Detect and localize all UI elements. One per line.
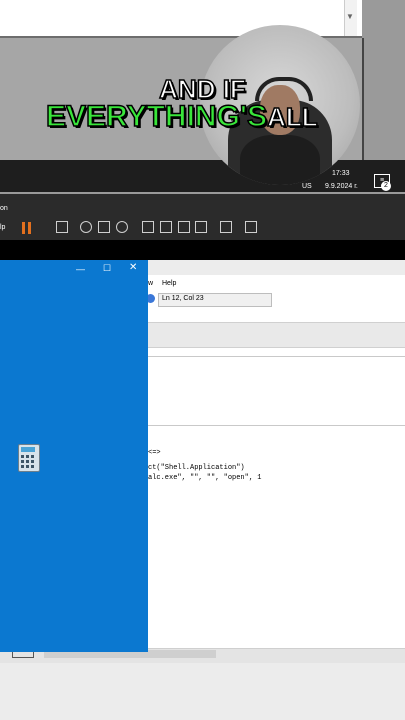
person-body: [240, 135, 320, 185]
notepad-ribbon: [148, 322, 405, 348]
magnify-icon[interactable]: [116, 221, 128, 233]
close-button[interactable]: ✕: [129, 262, 137, 273]
divider: [148, 356, 405, 357]
layout-icon[interactable]: [160, 221, 172, 233]
notepad-menubar: [148, 276, 405, 292]
calculator-key: [26, 465, 29, 468]
calculator-key: [31, 460, 34, 463]
calculator-key: [21, 455, 24, 458]
toolbar-label: on: [0, 205, 8, 212]
scroll-down-icon[interactable]: ▼: [346, 12, 354, 22]
code-line[interactable]: ct("Shell.Application"): [148, 464, 245, 472]
toolbar-label-lp: lp: [0, 224, 6, 231]
code-arrow: <=>: [148, 449, 161, 457]
tray-time[interactable]: 17:33: [332, 170, 350, 177]
recorder-toolbar: [0, 194, 405, 240]
menu-view[interactable]: w: [148, 280, 153, 287]
black-band: [0, 240, 405, 260]
maximize-button[interactable]: ☐: [103, 263, 111, 274]
resize-icon[interactable]: [245, 221, 257, 233]
cursor-position: Ln 12, Col 23: [162, 295, 204, 302]
pen-icon[interactable]: [98, 221, 110, 233]
divider: [148, 425, 405, 426]
calculator-key: [21, 465, 24, 468]
copy-icon[interactable]: [195, 221, 207, 233]
notification-count: 2: [381, 181, 391, 191]
print-icon[interactable]: [56, 221, 68, 233]
fit-icon[interactable]: [178, 221, 190, 233]
clock-icon[interactable]: [80, 221, 92, 233]
calculator-key: [21, 460, 24, 463]
caption-highlight: EVERYTHING'S: [45, 99, 268, 134]
calculator-key: [31, 465, 34, 468]
calculator-key: [26, 460, 29, 463]
minimize-button[interactable]: —: [76, 264, 85, 274]
calculator-key: [26, 455, 29, 458]
panel-icon[interactable]: [142, 221, 154, 233]
pause-icon[interactable]: [22, 222, 32, 234]
caption-line-2: EVERYTHING'SALL: [45, 99, 318, 134]
caption-rest: ALL: [266, 101, 318, 133]
calculator-key: [31, 455, 34, 458]
terminal-icon[interactable]: [220, 221, 232, 233]
menu-help[interactable]: Help: [162, 280, 176, 287]
calculator-icon-display: [21, 447, 35, 452]
code-line[interactable]: alc.exe", "", "", "open", 1: [148, 474, 261, 482]
